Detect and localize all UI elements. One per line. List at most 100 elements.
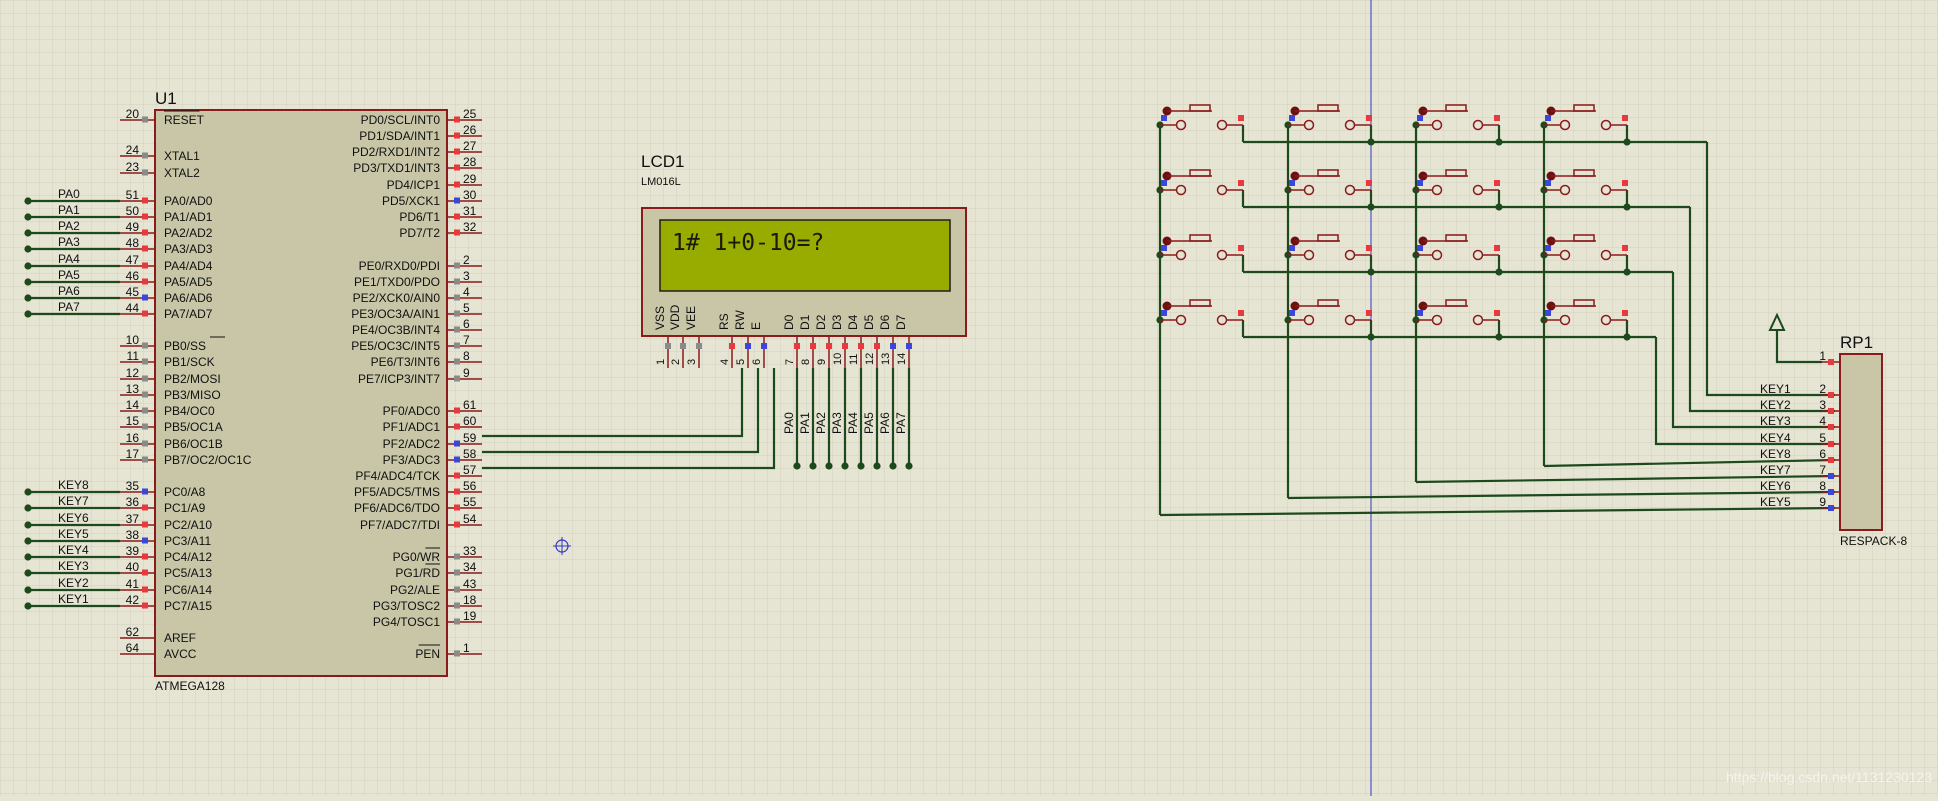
rpack-net-label: KEY6 <box>1760 479 1791 493</box>
mcu-pin-name: PA2/AD2 <box>164 226 213 240</box>
mcu-pin-number: 48 <box>126 236 140 250</box>
button-pin-marker <box>1161 180 1167 186</box>
mcu-pin-number: 57 <box>463 463 477 477</box>
mcu-pin-name: PB5/OC1A <box>164 420 223 434</box>
net-terminal <box>24 586 32 594</box>
mcu-pin-number: 25 <box>463 107 477 121</box>
mcu-pin-marker <box>142 504 148 511</box>
mcu-pin-number: 59 <box>463 431 477 445</box>
button-pin-marker <box>1622 115 1628 121</box>
lcd-display-text: 1# 1+0-10=? <box>672 230 824 256</box>
mcu-pin-number: 46 <box>126 269 140 283</box>
button-pin-marker <box>1622 245 1628 251</box>
lcd-pin-number: 2 <box>670 359 682 365</box>
button-pin-marker <box>1238 180 1244 186</box>
rpack-net-label: KEY5 <box>1760 495 1791 509</box>
lcd-pin-number: 12 <box>864 353 876 365</box>
lcd-pin-name: RW <box>733 310 747 330</box>
rpack-pin-number: 9 <box>1819 495 1826 509</box>
button-pin-marker <box>1161 115 1167 121</box>
button-pin-marker <box>1238 115 1244 121</box>
net-label: KEY5 <box>58 527 89 541</box>
mcu-pin-number: 41 <box>126 577 140 591</box>
mcu-pin-marker <box>142 488 148 495</box>
mcu-pin-name: AREF <box>164 631 196 645</box>
mcu-pin-number: 39 <box>126 544 140 558</box>
mcu-pin-marker <box>454 504 460 511</box>
net-terminal <box>24 521 32 529</box>
mcu-pin-marker <box>454 423 460 430</box>
mcu-pin-name: PG1/RD <box>395 566 440 580</box>
lcd-data-net-label: PA1 <box>798 412 812 434</box>
lcd-ref: LCD1 <box>641 152 684 171</box>
mcu-pin-name: PG4/TOSC1 <box>373 615 440 629</box>
button-pin-marker <box>1366 310 1372 316</box>
mcu-pin-marker <box>142 569 148 576</box>
button-pin-marker <box>1417 310 1423 316</box>
mcu-pin-name: PE3/OC3A/AIN1 <box>351 307 440 321</box>
net-label: PA1 <box>58 203 80 217</box>
mcu-pin-name: XTAL1 <box>164 149 200 163</box>
mcu-pin-marker <box>454 650 460 657</box>
lcd-pin-marker <box>745 343 751 349</box>
button-pin-marker <box>1366 245 1372 251</box>
net-terminal <box>24 504 32 512</box>
mcu-pin-marker <box>142 278 148 285</box>
mcu-pin-marker <box>454 229 460 236</box>
schematic-canvas[interactable]: U1 ATMEGA128 20 RESET 24 XTAL1 23 XTAL2 51 PA0/… <box>0 0 1938 796</box>
rpack-net-label: KEY2 <box>1760 398 1791 412</box>
button-pin-marker <box>1289 180 1295 186</box>
lcd-pin-marker <box>665 343 671 349</box>
mcu-pin-number: 35 <box>126 479 140 493</box>
mcu-pin-name: PB0/SS <box>164 339 206 353</box>
mcu-pin-name: PF2/ADC2 <box>383 437 441 451</box>
lcd-pin-number: 9 <box>816 359 828 365</box>
mcu-pin-marker <box>142 169 148 176</box>
net-terminal <box>24 245 32 253</box>
mcu-pin-name: PE5/OC3C/INT5 <box>351 339 440 353</box>
lcd-pin-marker <box>810 343 816 349</box>
lcd-pin-marker <box>858 343 864 349</box>
mcu-pin-number: 44 <box>126 301 140 315</box>
junction-dot <box>1367 268 1375 276</box>
mcu-pin-name: PA0/AD0 <box>164 194 213 208</box>
schematic-svg[interactable]: U1 ATMEGA128 20 RESET24 XTAL123 XTAL251 PA0/… <box>0 0 1938 796</box>
rpack-pin-number: 6 <box>1819 447 1826 461</box>
mcu-pin-name: PA7/AD7 <box>164 307 213 321</box>
mcu-pin-marker <box>454 375 460 382</box>
mcu-pin-marker <box>454 116 460 123</box>
net-label: PA5 <box>58 268 80 282</box>
mcu-pin-marker <box>454 132 460 139</box>
lcd-data-net-label: PA4 <box>846 412 860 434</box>
mcu-pin-name: PD2/RXD1/INT2 <box>352 145 440 159</box>
mcu-pin-number: 60 <box>463 414 477 428</box>
rpack-pin-marker <box>1828 392 1834 398</box>
rpack-pin-marker <box>1828 457 1834 463</box>
lcd-pin-marker <box>842 343 848 349</box>
mcu-pin-marker <box>142 537 148 544</box>
net-terminal <box>24 553 32 561</box>
mcu-pin-name: PF7/ADC7/TDI <box>360 518 440 532</box>
mcu-pin-marker <box>454 553 460 560</box>
mcu-pin-marker <box>142 152 148 159</box>
mcu-pin-marker <box>142 602 148 609</box>
mcu-pin-number: 37 <box>126 512 140 526</box>
mcu-pin-marker <box>454 310 460 317</box>
lcd-pin-name: D6 <box>878 314 892 330</box>
mcu-pin-marker <box>454 456 460 463</box>
net-label: PA3 <box>58 235 80 249</box>
mcu-pin-marker <box>142 197 148 204</box>
button-pin-marker <box>1417 115 1423 121</box>
net-terminal <box>24 213 32 221</box>
mcu-pin-number: 6 <box>463 317 470 331</box>
junction-dot <box>1495 333 1503 341</box>
mcu-pin-number: 33 <box>463 544 477 558</box>
rpack-part: RESPACK-8 <box>1840 534 1907 548</box>
mcu-pin-marker <box>454 407 460 414</box>
lcd-pin-name: D0 <box>782 314 796 330</box>
junction-dot <box>1495 138 1503 146</box>
button-pin-marker <box>1417 180 1423 186</box>
button-pin-marker <box>1494 115 1500 121</box>
mcu-pin-number: 29 <box>463 172 477 186</box>
rpack-pin-number: 3 <box>1819 398 1826 412</box>
